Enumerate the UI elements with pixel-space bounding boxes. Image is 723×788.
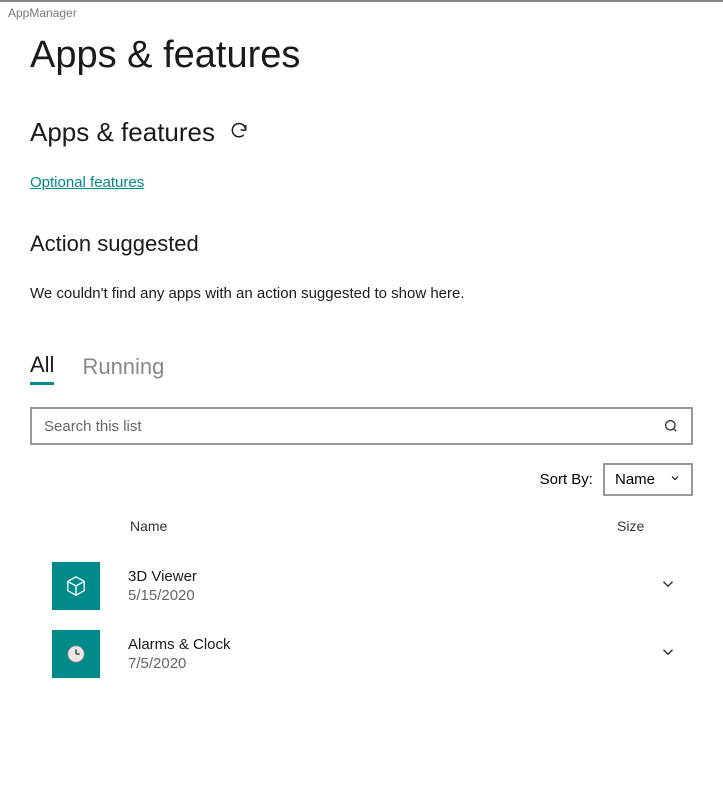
sort-selected-value: Name (615, 471, 655, 488)
section-title: Apps & features (30, 117, 215, 148)
column-name: Name (130, 518, 617, 534)
app-name: Alarms & Clock (128, 636, 631, 653)
refresh-icon (229, 121, 249, 144)
sort-label: Sort By: (540, 471, 593, 488)
tab-all[interactable]: All (30, 352, 54, 385)
refresh-button[interactable] (227, 119, 251, 146)
page-title: Apps & features (30, 34, 693, 77)
chevron-down-icon (669, 471, 681, 488)
column-size: Size (617, 518, 677, 534)
tabs: All Running (30, 352, 693, 385)
action-suggested-message: We couldn't find any apps with an action… (30, 285, 693, 302)
window-title: AppManager (0, 2, 723, 24)
app-name: 3D Viewer (128, 568, 631, 585)
cube-icon (52, 562, 100, 610)
action-suggested-title: Action suggested (30, 231, 693, 257)
search-box[interactable] (30, 407, 693, 445)
table-header: Name Size (30, 518, 693, 534)
app-row[interactable]: 3D Viewer 5/15/2020 (30, 552, 693, 620)
search-icon (651, 418, 691, 434)
chevron-down-icon (659, 575, 677, 598)
app-date: 5/15/2020 (128, 587, 631, 604)
clock-icon (52, 630, 100, 678)
sort-select[interactable]: Name (603, 463, 693, 496)
chevron-down-icon (659, 643, 677, 666)
tab-running[interactable]: Running (82, 352, 164, 385)
optional-features-link[interactable]: Optional features (30, 174, 144, 191)
search-input[interactable] (32, 418, 651, 435)
app-date: 7/5/2020 (128, 655, 631, 672)
app-row[interactable]: Alarms & Clock 7/5/2020 (30, 620, 693, 688)
